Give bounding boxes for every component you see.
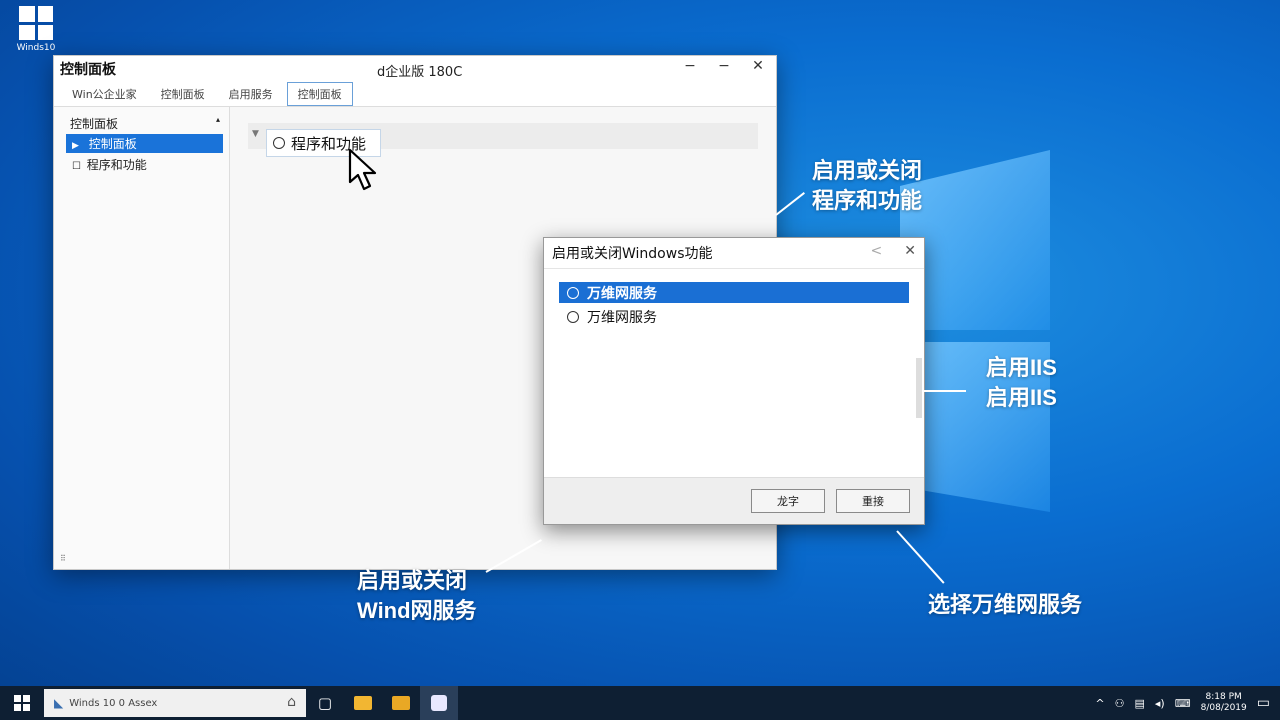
tab-enable-services[interactable]: 启用服务 [219,83,283,105]
feature-label: 万维网服务 [587,285,657,302]
start-button[interactable] [0,686,44,720]
file-explorer-icon[interactable] [344,686,382,720]
feature-list: 万维网服务 万维网服务 [559,282,909,462]
maximize-button[interactable]: − [712,58,736,74]
folder-icon[interactable] [382,686,420,720]
window-title: 控制面板 [60,62,116,78]
windows-features-dialog: 启用或关闭Windows功能 < ✕ 万维网服务 万维网服务 龙字 重接 [543,237,925,525]
radio-icon [273,137,285,149]
tray-chevron-icon[interactable]: ^ [1095,697,1104,710]
mouse-cursor-icon [348,148,377,191]
sidebar-item-label: 控制面板 [88,137,137,151]
annotation-line: 启用或关闭 [357,568,468,593]
control-panel-titlebar[interactable]: 控制面板 d企业版 180C − − ✕ [54,56,776,82]
annotation-line: 程序和功能 [812,188,923,213]
scrollbar[interactable] [916,358,922,418]
annotation-enable-iis: 启用IIS 启用IIS [978,353,1057,413]
resize-grip-icon: ⠿ [60,554,66,563]
windows-logo-icon [19,6,53,40]
window-subtitle: d企业版 180C [377,65,463,80]
radio-icon [567,310,579,323]
desktop-icon-label: Winds10 [16,43,56,53]
annotation-line: Wind网服务 [357,598,477,623]
system-tray: ^ ⚇ ▤ ◂) ⌨ 8:18 PM 8/08/2019 ▭ [1095,686,1280,720]
annotation-connector [775,192,805,216]
back-icon[interactable]: < [871,243,883,259]
sidebar-item-programs[interactable]: ☐ 程序和功能 [66,155,223,174]
tab-control-panel[interactable]: 控制面板 [151,83,215,105]
annotation-line: 启用IIS [986,385,1057,410]
task-view-icon[interactable]: ▢ [306,686,344,720]
close-button[interactable]: ✕ [746,58,770,74]
cancel-button[interactable]: 重接 [836,489,910,513]
sidebar-header-label: 控制面板 [70,117,119,131]
ok-button[interactable]: 龙字 [751,489,825,513]
store-icon[interactable] [420,686,458,720]
clock[interactable]: 8:18 PM 8/08/2019 [1201,692,1247,714]
taskbar: ◣ Winds 10 0 Assex ⌂ ▢ ^ ⚇ ▤ ◂) ⌨ 8:18 P… [0,686,1280,720]
home-icon[interactable]: ⌂ [287,694,296,710]
sidebar-item-control-panel[interactable]: ▶ 控制面板 [66,134,223,153]
windows-logo-icon [14,695,30,711]
search-text: Winds 10 0 Assex [69,697,158,709]
annotation-select-www: 选择万维网服务 [928,592,1083,617]
checkbox-icon: ☐ [72,161,81,172]
sidebar-header: 控制面板 ▴ [54,107,220,132]
sidebar-item-label: 程序和功能 [86,158,147,172]
feature-item-www-services-selected[interactable]: 万维网服务 [559,282,909,303]
desktop-windows-logo [900,110,1220,530]
tab-bar: Win公企业家 控制面板 启用服务 控制面板 [54,82,776,107]
annotation-line: 启用或关闭 [812,158,923,183]
feature-item-www-services[interactable]: 万维网服务 [559,306,909,327]
annotation-enable-disable: 启用或关闭 Wind网服务 [357,566,477,626]
radio-icon [567,286,579,299]
volume-icon[interactable]: ◂) [1155,697,1165,710]
row-expand-icon[interactable]: ▼ [252,129,259,139]
dialog-close-button[interactable]: ✕ [904,243,916,259]
notification-icon[interactable]: ▭ [1257,695,1270,711]
clock-time: 8:18 PM [1205,692,1242,702]
feature-label: 万维网服务 [587,309,657,326]
annotation-line: 启用IIS [986,355,1057,380]
taskbar-search-box[interactable]: ◣ Winds 10 0 Assex ⌂ [44,689,306,717]
dialog-title: 启用或关闭Windows功能 [552,246,713,262]
desktop-icon[interactable]: Winds10 [14,6,58,53]
app-icon: ◣ [54,696,64,710]
sidebar: 控制面板 ▴ ▶ 控制面板 ☐ 程序和功能 ⠿ [54,107,230,569]
annotation-connector [896,530,945,584]
expand-arrow-icon: ▶ [72,141,79,151]
tab-control-panel-active[interactable]: 控制面板 [286,82,353,106]
tab-windows-edition[interactable]: Win公企业家 [62,83,147,105]
annotation-programs-features: 启用或关闭 程序和功能 [812,156,922,216]
minimize-button[interactable]: − [678,58,702,74]
annotation-connector [922,390,966,392]
network-icon[interactable]: ▤ [1134,697,1144,710]
language-icon[interactable]: ⌨ [1175,697,1191,710]
people-icon[interactable]: ⚇ [1115,697,1125,710]
dialog-footer: 龙字 重接 [544,477,924,524]
collapse-icon[interactable]: ▴ [216,115,220,132]
dialog-titlebar[interactable]: 启用或关闭Windows功能 < ✕ [544,238,924,269]
clock-date: 8/08/2019 [1200,703,1247,713]
